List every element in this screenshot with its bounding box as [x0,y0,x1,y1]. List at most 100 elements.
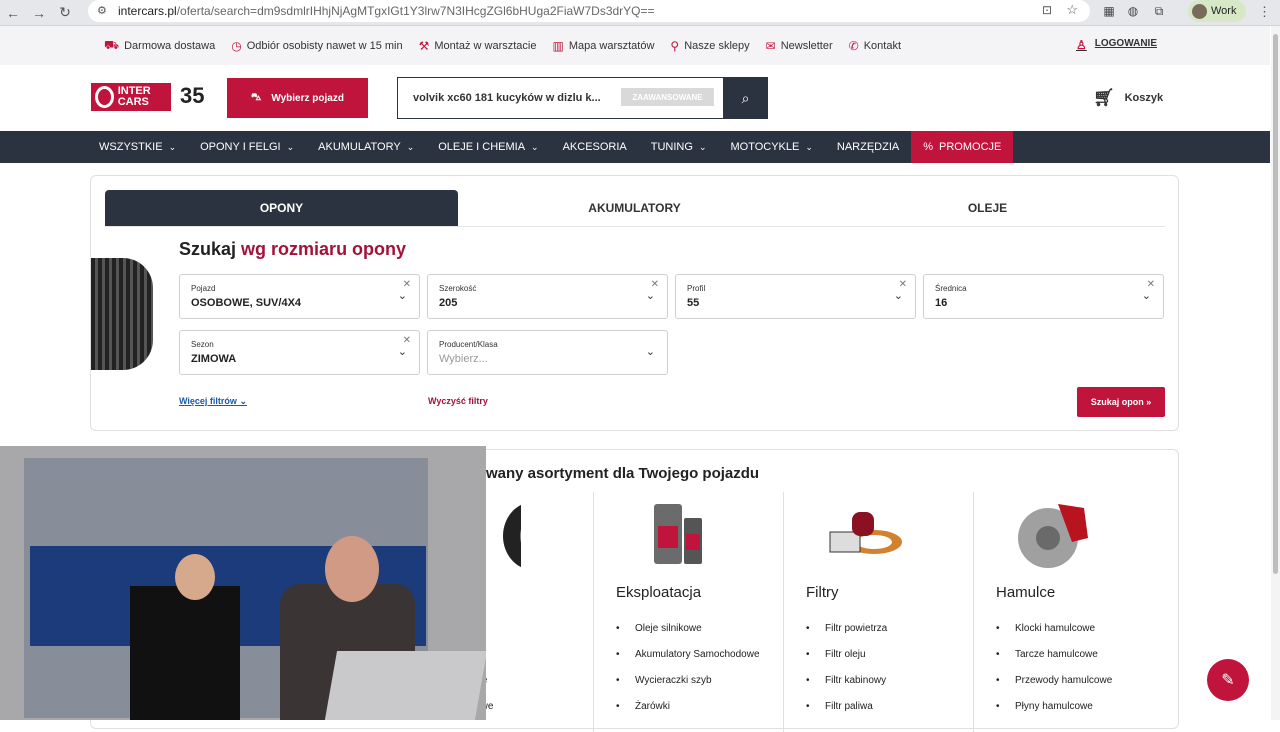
season-select[interactable]: Sezon ZIMOWA ✕ ⌄ [179,330,420,375]
free-delivery-link[interactable]: ⛟ Darmowa dostawa [104,38,215,54]
category-title-eksploatacja[interactable]: Eksploatacja [616,584,701,601]
extension-icon[interactable]: ◍ [1124,2,1142,20]
intercars-logo[interactable]: INTER CARS [91,83,171,111]
install-link[interactable]: ⚒ Montaż w warsztacie [419,39,537,53]
chevron-down-icon: ⌄ [406,141,415,152]
category-link[interactable]: Żarówki [616,700,766,714]
back-icon[interactable]: ← [0,5,26,21]
profile-name: Work [1211,5,1237,17]
producer-select[interactable]: Producent/Klasa Wybierz... ⌄ [427,330,668,375]
nav-item-7[interactable]: NARZĘDZIA [825,131,911,163]
more-filters-link[interactable]: Więcej filtrów ⌄ [179,396,247,407]
pickup-link[interactable]: ◷ Odbiór osobisty nawet w 15 min [231,39,402,53]
more-filters-label: Więcej filtrów [179,396,237,406]
nav-item-label: NARZĘDZIA [836,141,900,153]
vehicle-select[interactable]: Pojazd OSOBOWE, SUV/4X4 ✕ ⌄ [179,274,420,319]
tire-image [91,258,153,370]
contact-link[interactable]: ✆ Kontakt [849,39,901,53]
scrollbar[interactable] [1271,26,1280,720]
panel-title-b: wg rozmiaru opony [241,239,407,259]
category-link[interactable]: Filtr oleju [806,648,956,662]
clock-icon: ◷ [231,38,242,53]
envelope-icon: ✉ [765,38,776,53]
oil-bottles-image [654,504,702,564]
tire-search-panel: OPONY AKUMULATORY OLEJE Szukaj wg rozmia… [90,175,1179,431]
install-label: Montaż w warsztacie [434,39,537,52]
site-info-icon[interactable]: ⚙ [97,4,107,17]
nav-item-3[interactable]: OLEJE I CHEMIA ⌄ [426,131,550,163]
advanced-search-button[interactable]: ZAAWANSOWANE [621,88,714,106]
category-list: Klocki hamulcowe Tarcze hamulcowe Przewody… [996,622,1146,726]
login-link[interactable]: ♙ LOGOWANIE [1076,38,1157,52]
presenter-left-head [175,554,215,600]
tab-oleje[interactable]: OLEJE [811,190,1164,226]
nav-item-2[interactable]: AKUMULATORY ⌄ [306,131,426,163]
chevron-down-icon: ⌄ [698,141,707,152]
nav-item-1[interactable]: OPONY I FELGI ⌄ [188,131,306,163]
user-icon: ♙ [1076,38,1087,52]
menu-kebab-icon[interactable]: ⋮ [1258,4,1271,20]
video-overlay [0,446,486,720]
address-bar[interactable]: ⚙ intercars.pl /oferta/search=dm9sdmlrIH… [88,0,1090,22]
anniversary-badge: 35 [180,83,205,108]
install-icon[interactable]: ⊡ [1042,3,1052,17]
category-link[interactable]: Akumulatory Samochodowe [616,648,766,662]
category-link[interactable]: Klocki hamulcowe [996,622,1146,636]
choose-vehicle-button[interactable]: ⛍ Wybierz pojazd [227,78,368,118]
category-title-hamulce[interactable]: Hamulce [996,584,1055,601]
search-tires-button[interactable]: Szukaj opon » [1077,387,1165,417]
nav-item-0[interactable]: WSZYSTKIE ⌄ [87,131,188,163]
category-link[interactable]: Filtr powietrza [806,622,956,636]
nav-item-8[interactable]: % PROMOCJE [911,131,1014,163]
site-header: INTER CARS 35 ⛍ Wybierz pojazd volvik xc6… [0,65,1270,131]
workshop-map-label: Mapa warsztatów [568,39,655,52]
newsletter-link[interactable]: ✉ Newsletter [766,39,833,53]
search-input[interactable]: volvik xc60 181 kucyków w dizlu k... ZAA… [397,77,726,119]
tab-akumulatory[interactable]: AKUMULATORY [458,190,811,226]
season-value: ZIMOWA [191,353,237,365]
url-path: /oferta/search=dm9sdmlrIHhjNjAgMTgxIGt1Y… [176,4,655,18]
category-link[interactable]: Przewody hamulcowe [996,674,1146,688]
category-link[interactable]: Płyny hamulcowe [996,700,1146,714]
search-button[interactable]: ⌕ [723,77,768,119]
stores-link[interactable]: ⚲ Nasze sklepy [670,39,749,53]
chevron-down-icon: ⌄ [239,396,247,406]
tab-opony[interactable]: OPONY [105,190,458,226]
chevron-down-icon: ⌄ [168,141,177,152]
clear-filters-link[interactable]: Wyczyść filtry [428,396,488,406]
category-link[interactable]: Filtr kabinowy [806,674,956,688]
forward-icon[interactable]: → [26,5,52,21]
nav-item-5[interactable]: TUNING ⌄ [639,131,719,163]
category-link[interactable]: Wycieraczki szyb [616,674,766,688]
nav-item-4[interactable]: AKCESORIA [551,131,639,163]
category-link[interactable]: Oleje silnikowe [616,622,766,636]
logo-text: INTER CARS [117,85,151,108]
chat-button[interactable]: ✎ [1207,659,1249,701]
profile-select[interactable]: Profil 55 ✕ ⌄ [675,274,916,319]
cart-link[interactable]: 🛒︎ Koszyk [1093,88,1163,108]
category-list: Filtr powietrza Filtr oleju Filtr kabinowy… [806,622,956,726]
nav-item-label: PROMOCJE [939,141,1002,153]
reload-icon[interactable]: ↻ [52,4,78,21]
scrollbar-thumb[interactable] [1273,34,1278,574]
categories-title: wany asortyment dla Twojego pojazdu [486,465,760,482]
nav-item-6[interactable]: MOTOCYKLE ⌄ [718,131,824,163]
truck-icon: ⛟ [104,37,120,52]
category-link[interactable]: Filtr paliwa [806,700,956,714]
wrench-icon: ⚒ [418,38,430,53]
width-select[interactable]: Szerokość 205 ✕ ⌄ [427,274,668,319]
diameter-select[interactable]: Średnica 16 ✕ ⌄ [923,274,1164,319]
profile-button[interactable]: Work [1188,0,1246,22]
bookmark-star-icon[interactable]: ☆ [1066,2,1078,18]
extensions-puzzle-icon[interactable]: ⧉ [1150,2,1168,20]
workshop-map-link[interactable]: ▥ Mapa warsztatów [552,39,654,53]
category-title-filtry[interactable]: Filtry [806,584,839,601]
top-info-bar: ⛟ Darmowa dostawa ◷ Odbiór osobisty nawet … [0,26,1270,65]
extension-icon[interactable]: ▦ [1100,2,1118,20]
percent-icon: % [923,141,934,153]
main-nav: WSZYSTKIE ⌄ OPONY I FELGI ⌄ AKUMULATORY ⌄ OLEJ… [0,131,1270,163]
brake-disc-image [1018,504,1088,568]
panel-title-a: Szukaj [179,239,237,259]
phone-icon: ✆ [848,38,859,53]
category-link[interactable]: Tarcze hamulcowe [996,648,1146,662]
